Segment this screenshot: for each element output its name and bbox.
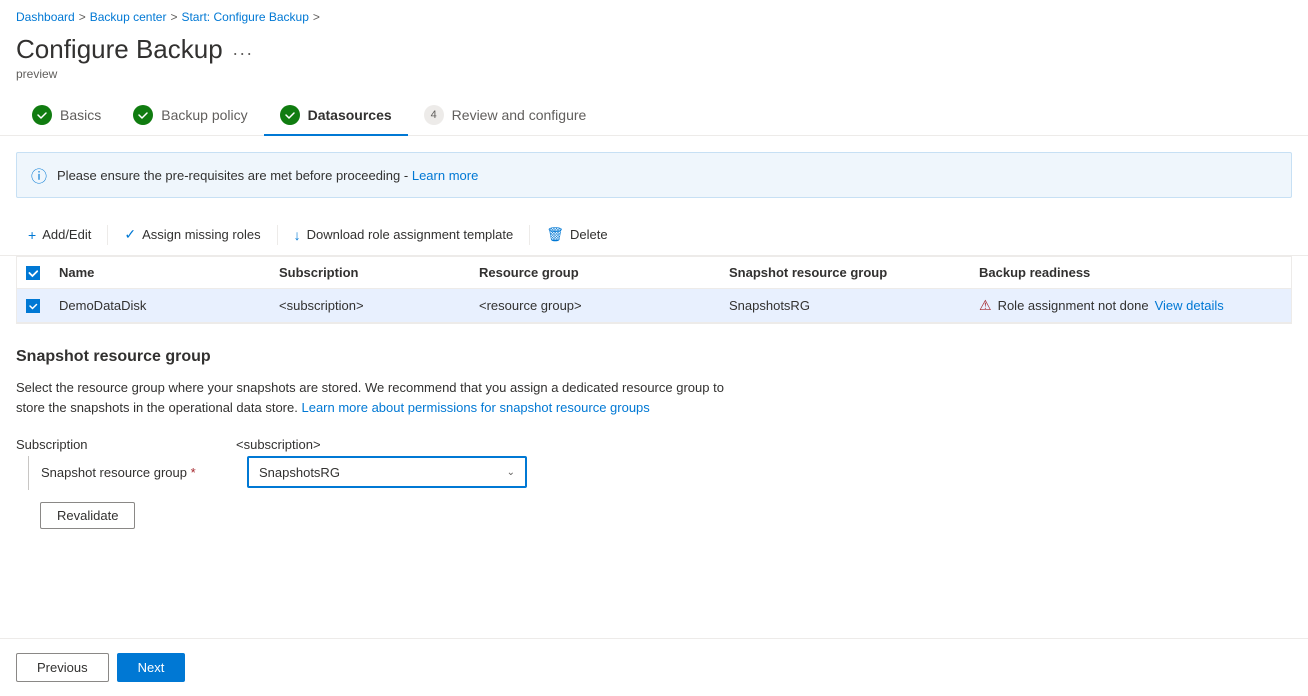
subscription-label: Subscription [16,433,236,452]
tab-basics[interactable]: Basics [16,97,117,135]
breadcrumb-backup-center[interactable]: Backup center [90,10,167,24]
row-checkbox-cell[interactable] [17,291,49,321]
toolbar-separator-2 [277,225,278,245]
breadcrumb-configure-backup[interactable]: Start: Configure Backup [181,10,308,24]
add-edit-button[interactable]: + Add/Edit [16,223,103,247]
more-button[interactable]: ... [233,39,254,60]
header-checkbox-cell[interactable] [17,257,49,288]
check-icon: ✓ [124,226,136,243]
data-table: Name Subscription Resource group Snapsho… [16,256,1292,324]
snapshot-section: Snapshot resource group Select the resou… [0,324,1308,545]
learn-more-link[interactable]: Learn more [412,168,478,183]
row-backup-readiness: ⚠ Role assignment not done View details [969,289,1291,322]
page-header: Configure Backup ... preview [0,30,1308,89]
col-subscription: Subscription [269,257,469,288]
snapshot-section-title: Snapshot resource group [16,348,1292,366]
tab-basics-label: Basics [60,107,101,123]
breadcrumb-dashboard[interactable]: Dashboard [16,10,75,24]
review-step-number: 4 [424,105,444,125]
tab-backup-policy-label: Backup policy [161,107,247,123]
delete-button[interactable]: 🗑 Delete [534,222,619,247]
snapshot-rg-field: Snapshot resource group * SnapshotsRG ⌄ [41,456,1292,488]
select-all-checkbox[interactable] [26,266,40,280]
row-resource-group: <resource group> [469,290,719,321]
download-template-button[interactable]: ↓ Download role assignment template [282,223,526,247]
subscription-row: Subscription <subscription> [16,433,1292,452]
required-mark: * [191,465,196,480]
snapshot-rg-row: Snapshot resource group * SnapshotsRG ⌄ [28,456,1292,490]
page-title: Configure Backup [16,34,223,65]
row-subscription: <subscription> [269,290,469,321]
snapshot-section-desc: Select the resource group where your sna… [16,378,756,417]
col-snapshot-rg: Snapshot resource group [719,257,969,288]
row-snapshot-rg: SnapshotsRG [719,290,969,321]
tab-review[interactable]: 4 Review and configure [408,97,603,135]
tab-backup-policy[interactable]: Backup policy [117,97,263,135]
delete-icon: 🗑 [546,226,564,243]
datasources-check-icon [280,105,300,125]
toolbar-separator-3 [529,225,530,245]
col-name: Name [49,257,269,288]
footer: Previous Next [0,638,1308,696]
snapshot-rg-dropdown[interactable]: SnapshotsRG ⌄ [247,456,527,488]
table-header: Name Subscription Resource group Snapsho… [17,257,1291,289]
next-button[interactable]: Next [117,653,186,682]
chevron-down-icon: ⌄ [507,467,515,478]
download-icon: ↓ [294,227,301,243]
snapshot-learn-more-link[interactable]: Learn more about permissions for snapsho… [301,400,649,415]
col-resource-group: Resource group [469,257,719,288]
assign-roles-button[interactable]: ✓ Assign missing roles [112,222,272,247]
tab-datasources-label: Datasources [308,107,392,123]
snapshot-rg-label: Snapshot resource group * [41,465,231,480]
subscription-value: <subscription> [236,433,321,452]
row-checkbox[interactable] [26,299,40,313]
toolbar-separator-1 [107,225,108,245]
backup-readiness-cell: ⚠ Role assignment not done View details [979,297,1281,314]
info-banner: ⓘ Please ensure the pre-requisites are m… [16,152,1292,198]
previous-button[interactable]: Previous [16,653,109,682]
tab-bar: Basics Backup policy Datasources 4 Revie… [0,89,1308,136]
line-vertical [28,456,29,490]
tab-datasources[interactable]: Datasources [264,97,408,135]
row-name: DemoDataDisk [49,290,269,321]
tab-review-label: Review and configure [452,107,587,123]
error-icon: ⚠ [979,297,992,314]
basics-check-icon [32,105,52,125]
add-icon: + [28,227,36,243]
content-area: ⓘ Please ensure the pre-requisites are m… [0,152,1308,615]
view-details-link[interactable]: View details [1155,298,1224,313]
dropdown-value: SnapshotsRG [259,465,340,480]
toolbar: + Add/Edit ✓ Assign missing roles ↓ Down… [0,214,1308,256]
info-text: Please ensure the pre-requisites are met… [57,168,478,183]
table-row: DemoDataDisk <subscription> <resource gr… [17,289,1291,323]
page-subtitle: preview [16,67,1292,81]
page-title-row: Configure Backup ... [16,34,1292,65]
breadcrumb: Dashboard > Backup center > Start: Confi… [0,0,1308,30]
backup-policy-check-icon [133,105,153,125]
line-connector [28,456,29,490]
info-icon: ⓘ [31,163,47,187]
revalidate-button[interactable]: Revalidate [40,502,135,529]
col-backup-readiness: Backup readiness [969,257,1291,288]
